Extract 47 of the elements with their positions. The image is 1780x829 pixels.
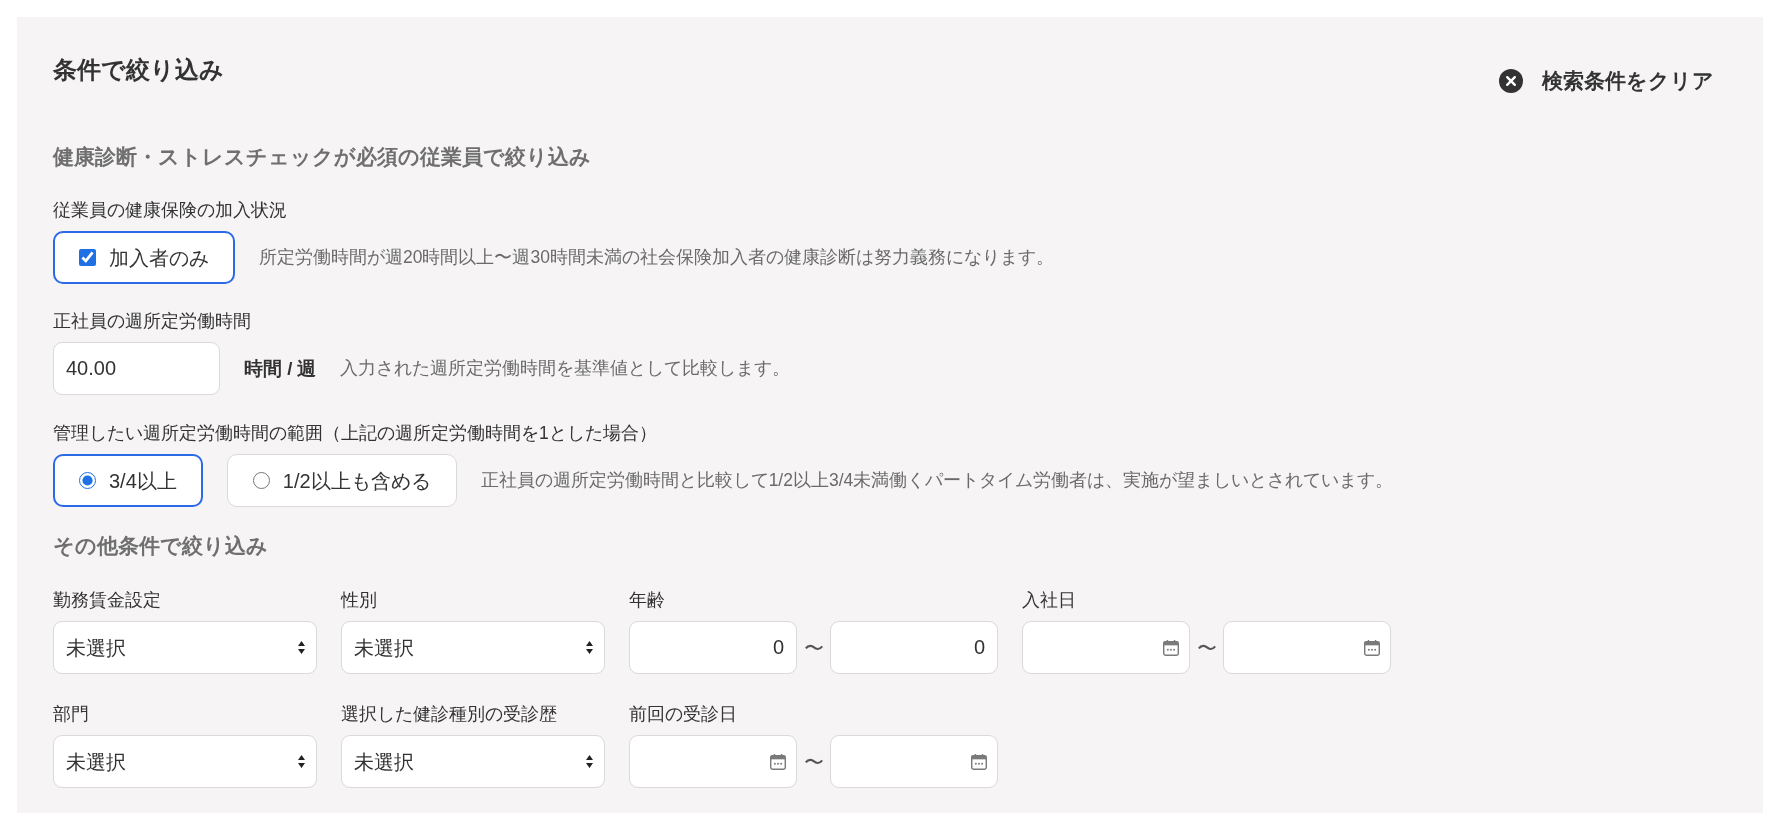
range-separator: 〜: [1195, 635, 1218, 661]
radio-option[interactable]: 1/2以上も含める: [226, 454, 457, 507]
clear-button[interactable]: 検索条件をクリア: [1499, 66, 1714, 96]
section-heading: 健康診断・ストレスチェックが必須の従業員で絞り込み: [53, 144, 592, 170]
dropdown[interactable]: 未選択: [53, 621, 317, 674]
range-separator: 〜: [802, 635, 825, 661]
field-label: 勤務賃金設定: [53, 589, 162, 612]
number-field[interactable]: 0: [830, 621, 998, 674]
dropdown[interactable]: 未選択: [341, 621, 605, 674]
calendar-icon: [770, 752, 786, 771]
date-field[interactable]: [830, 735, 998, 788]
section-heading: その他条件で絞り込み: [53, 533, 269, 559]
sort-arrows-icon: [298, 755, 305, 768]
date-field[interactable]: [629, 735, 797, 788]
checkbox-option[interactable]: 加入者のみ: [53, 231, 235, 284]
hours-input[interactable]: 40.00: [53, 342, 220, 395]
field-label: 管理したい週所定労働時間の範囲（上記の週所定労働時間を1とした場合）: [53, 422, 658, 445]
sort-arrows-icon: [298, 641, 305, 654]
calendar-icon: [971, 752, 987, 771]
number-field[interactable]: 0: [629, 621, 797, 674]
dropdown[interactable]: 未選択: [53, 735, 317, 788]
field-label: 年齢: [629, 589, 666, 612]
field-label: 性別: [341, 589, 378, 612]
field-label: 従業員の健康保険の加入状況: [53, 199, 288, 222]
radio-button[interactable]: [252, 472, 270, 489]
radio-button[interactable]: [79, 472, 96, 489]
field-label: 入社日: [1022, 589, 1077, 612]
field-label: 選択した健診種別の受診歴: [341, 703, 558, 726]
calendar-icon: [1364, 638, 1380, 657]
calendar-icon: [1163, 638, 1179, 657]
checkbox[interactable]: [79, 249, 96, 266]
field-label: 正社員の週所定労働時間: [53, 310, 252, 333]
sort-arrows-icon: [586, 755, 593, 768]
date-field[interactable]: [1022, 621, 1190, 674]
dropdown[interactable]: 未選択: [341, 735, 605, 788]
help-text: 正社員の週所定労働時間と比較して1/2以上3/4未満働くパートタイム労働者は、実施が望ましいとされています。: [480, 469, 1394, 493]
field-label: 部門: [53, 703, 90, 726]
range-separator: 〜: [802, 749, 825, 775]
help-text: 入力された週所定労働時間を基準値として比較します。: [340, 357, 791, 381]
help-text: 所定労働時間が週20時間以上〜週30時間未満の社会保険加入者の健康診断は努力義務になります。: [259, 246, 1054, 270]
date-field[interactable]: [1223, 621, 1391, 674]
field-label: 前回の受診日: [629, 703, 738, 726]
radio-option[interactable]: 3/4以上: [53, 454, 203, 507]
close-icon: [1499, 69, 1523, 93]
panel-title: 条件で絞り込み: [53, 55, 224, 85]
sort-arrows-icon: [586, 641, 593, 654]
unit-label: 時間 / 週: [244, 356, 317, 381]
